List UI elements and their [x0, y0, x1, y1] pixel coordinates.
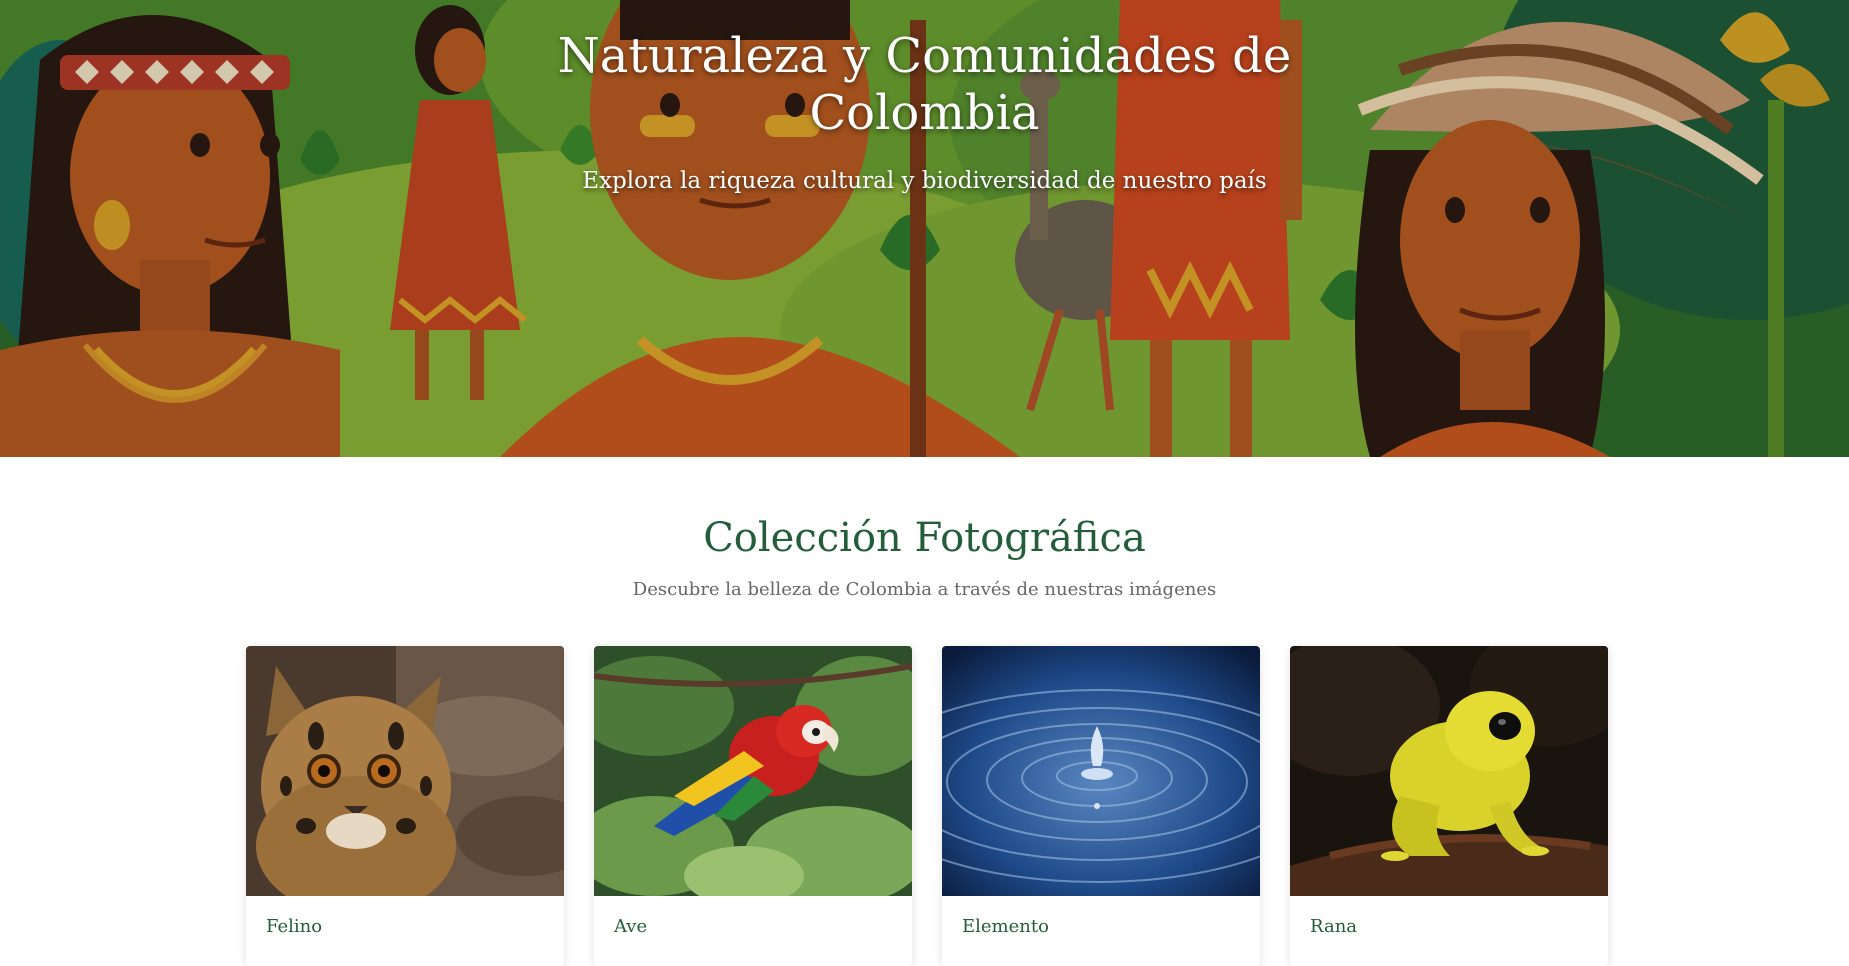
photo-card-rana[interactable]: Rana	[1290, 646, 1608, 966]
card-label: Felino	[266, 916, 323, 937]
photo-grid: Felino Ave Elemento Rana	[246, 646, 1608, 966]
ocelot-photo	[246, 646, 564, 896]
macaw-photo	[594, 646, 912, 896]
photo-card-ave[interactable]: Ave	[594, 646, 912, 966]
photo-card-elemento[interactable]: Elemento	[942, 646, 1260, 966]
yellow-frog-photo	[1290, 646, 1608, 896]
water-drop-photo	[942, 646, 1260, 896]
gallery-title: Colección Fotográfica	[703, 515, 1146, 561]
hero-subtitle: Explora la riqueza cultural y biodiversi…	[582, 168, 1267, 194]
card-label: Elemento	[962, 916, 1049, 937]
gallery-subtitle: Descubre la belleza de Colombia a través…	[632, 579, 1217, 600]
photo-card-felino[interactable]: Felino	[246, 646, 564, 966]
card-label: Ave	[614, 916, 648, 937]
hero-title: Naturaleza y Comunidades de Colombia	[557, 28, 1292, 141]
hero-banner: Naturaleza y Comunidades de Colombia Exp…	[0, 0, 1849, 457]
card-label: Rana	[1310, 916, 1358, 937]
